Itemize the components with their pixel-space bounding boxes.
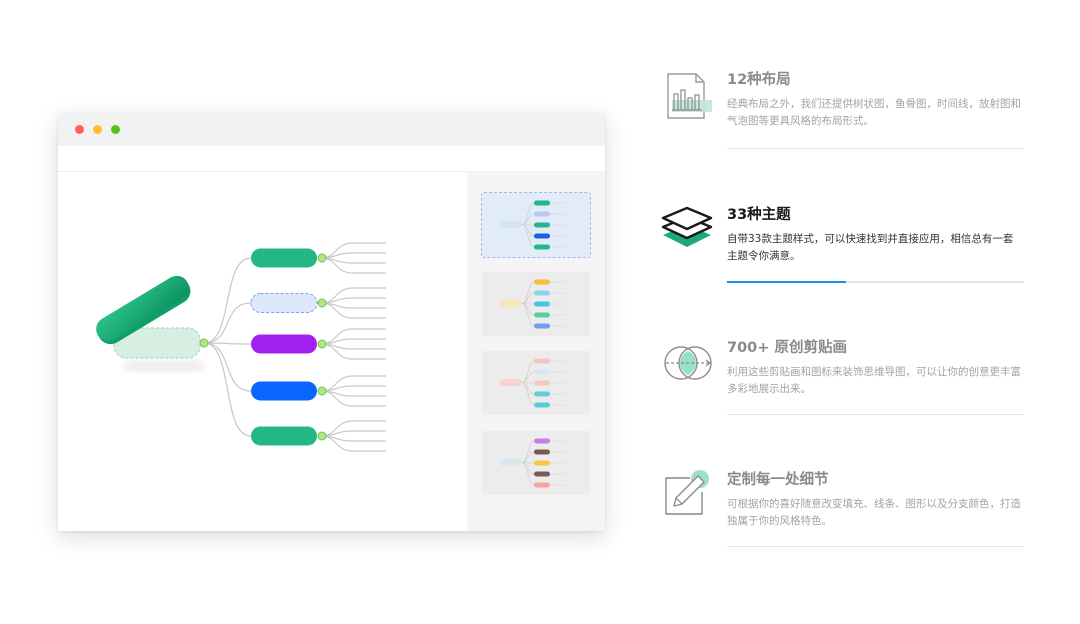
branch-topic — [251, 381, 317, 401]
feature-title: 33种主题 — [727, 207, 791, 223]
theme-side-panel — [467, 171, 605, 531]
pencil-edit-icon — [660, 468, 716, 524]
branch-connector-dot — [317, 339, 327, 349]
close-window-dot[interactable] — [75, 125, 84, 134]
minimize-window-dot[interactable] — [93, 125, 102, 134]
theme-thumbnail[interactable] — [482, 272, 590, 336]
mindmap-branch-line — [203, 257, 252, 344]
mindmap-subtopic-line — [321, 435, 386, 452]
feature-progress-fill — [727, 281, 846, 283]
mindmap-subtopic-line — [321, 257, 386, 274]
theme-thumbnail[interactable] — [482, 351, 590, 415]
root-topic-shadow — [124, 361, 204, 371]
mindmap-subtopic-line — [321, 420, 386, 437]
feature-title: 定制每一处细节 — [727, 472, 829, 488]
theme-thumbnail[interactable] — [482, 431, 590, 495]
mindmap-branch-line — [203, 302, 252, 344]
bar-chart-layout-icon — [660, 68, 716, 124]
feature-title: 12种布局 — [727, 72, 791, 88]
page: 12种布局 经典布局之外，我们还提供树状图，鱼骨图，时间线，放射图和气泡图等更具… — [0, 0, 1080, 624]
feature-description: 利用这些剪贴画和图标来装饰思维导图，可以让你的创意更丰富多彩地展示出来。 — [727, 366, 1021, 395]
hub-connector-dot — [199, 338, 209, 348]
feature-description: 经典布局之外，我们还提供树状图，鱼骨图，时间线，放射图和气泡图等更具风格的布局形… — [727, 98, 1021, 127]
feature-description: 可根据你的喜好随意改变填充、线条、图形以及分支颜色，打造独属于你的风格特色。 — [727, 498, 1021, 527]
window-titlebar — [58, 113, 605, 146]
mindmap-subtopic-line — [321, 328, 386, 345]
mindmap-subtopic-line — [321, 302, 386, 319]
mindmap-subtopic-line — [321, 287, 386, 304]
branch-connector-dot — [317, 298, 327, 308]
branch-topic — [250, 293, 318, 313]
branch-connector-dot — [317, 431, 327, 441]
mindmap-canvas — [58, 171, 467, 531]
branch-connector-dot — [317, 253, 327, 263]
theme-thumbnail[interactable] — [481, 192, 591, 258]
clipart-circles-icon — [660, 336, 716, 392]
feature-divider — [727, 414, 1024, 415]
branch-topic — [251, 426, 317, 446]
feature-description: 自带33款主题样式，可以快速找到并直接应用，相信总有一套主题令你满意。 — [727, 233, 1014, 262]
feature-divider — [727, 148, 1024, 149]
branch-topic — [251, 248, 317, 268]
branch-connector-dot — [317, 386, 327, 396]
feature-divider — [727, 546, 1024, 547]
branch-topic — [251, 334, 317, 354]
mindmap-branch-line — [203, 342, 252, 392]
feature-progress-bar — [727, 281, 1024, 283]
window-toolbar — [58, 146, 605, 172]
layers-theme-icon — [660, 203, 716, 259]
mindmap-subtopic-line — [321, 390, 386, 407]
app-window-preview — [58, 113, 605, 531]
maximize-window-dot[interactable] — [111, 125, 120, 134]
mindmap-subtopic-line — [321, 343, 386, 360]
mindmap-diagram — [96, 242, 386, 452]
mindmap-subtopic-line — [321, 375, 386, 392]
mindmap-subtopic-line — [321, 242, 386, 259]
feature-title: 700+ 原创剪贴画 — [727, 340, 847, 356]
